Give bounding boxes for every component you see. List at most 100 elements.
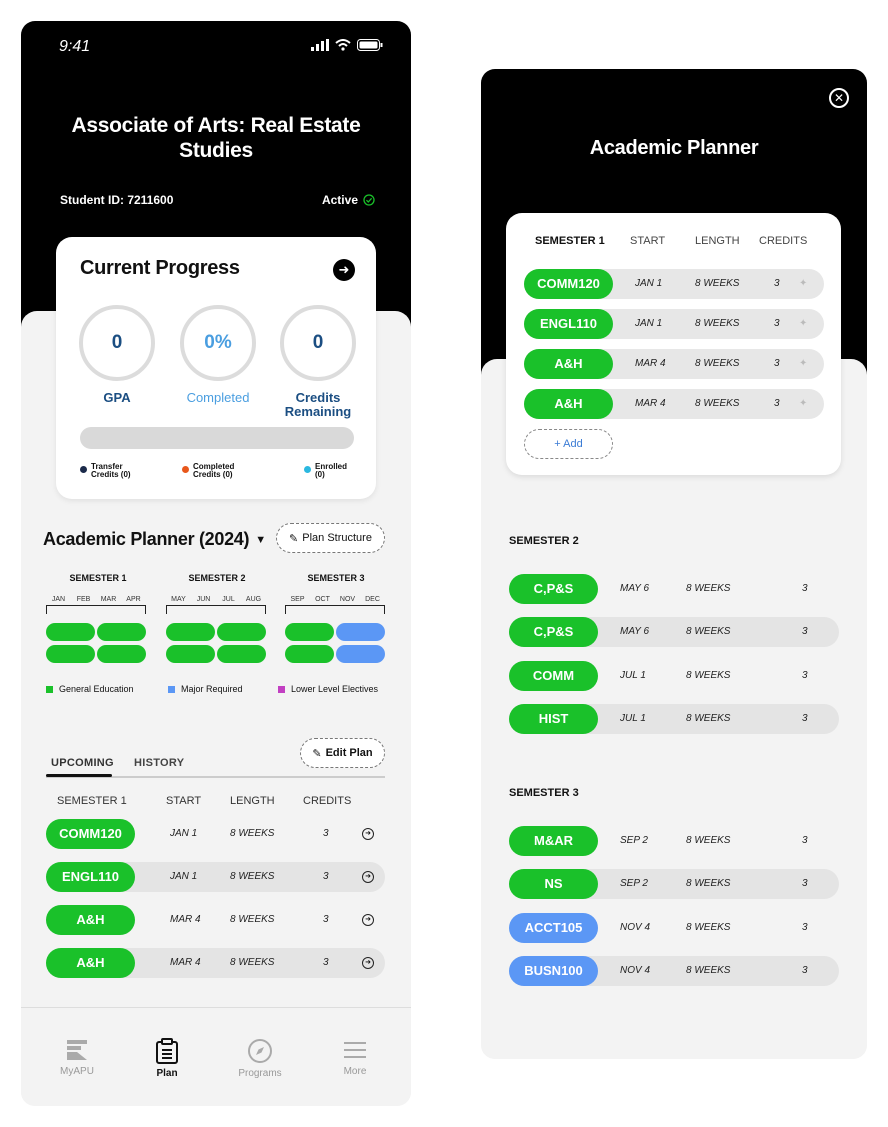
course-row[interactable]: COMM120 JAN 1 8 WEEKS 3 ✦ (524, 269, 824, 299)
course-row[interactable]: HIST JUL 1 8 WEEKS 3 (509, 704, 839, 734)
course-code: COMM120 (524, 269, 613, 299)
drag-handle-icon[interactable]: ✦ (799, 269, 807, 299)
course-credits: 3 (802, 713, 808, 724)
legend-lower-electives: Lower Level Electives (278, 684, 378, 694)
course-code: COMM120 (46, 819, 135, 849)
add-course-button[interactable]: + Add (524, 429, 613, 459)
legend-major-required: Major Required (168, 684, 243, 694)
nav-myapu[interactable]: MyAPU (37, 1038, 117, 1077)
legend-text: Credits (0) (193, 470, 233, 479)
program-screen: 9:41 Associate of Arts: Real Estate Stud… (21, 21, 411, 1106)
legend-text: (0) (315, 470, 325, 479)
course-length: 8 WEEKS (686, 835, 731, 846)
edit-plan-button[interactable]: ✎ Edit Plan (300, 738, 385, 768)
course-row[interactable]: C,P&S MAY 6 8 WEEKS 3 (509, 617, 839, 647)
course-row[interactable]: A&H MAR 4 8 WEEKS 3 ✦ (524, 389, 824, 419)
course-start: SEP 2 (620, 878, 648, 889)
course-code: COMM (509, 661, 598, 691)
timeline-block[interactable] (166, 623, 215, 641)
arrow-circle-icon[interactable]: ➜ (362, 914, 374, 926)
clipboard-icon (156, 1038, 178, 1064)
month-label: JAN (51, 596, 66, 603)
course-start: JAN 1 (635, 278, 663, 289)
timeline-block[interactable] (285, 645, 334, 663)
timeline-block[interactable] (97, 623, 146, 641)
tab-upcoming[interactable]: UPCOMING (51, 757, 114, 769)
arrow-circle-icon[interactable]: ➜ (362, 871, 374, 883)
pencil-icon: ✎ (312, 747, 322, 760)
completed-label: Completed (186, 390, 250, 405)
course-row[interactable]: M&AR SEP 2 8 WEEKS 3 (509, 826, 839, 856)
course-row[interactable]: A&H MAR 4 8 WEEKS 3 ➜ (46, 905, 385, 935)
course-row[interactable]: ENGL110 JAN 1 8 WEEKS 3 ✦ (524, 309, 824, 339)
hamburger-icon (344, 1042, 366, 1058)
course-start: MAR 4 (170, 914, 201, 925)
drag-handle-icon[interactable]: ✦ (799, 349, 807, 379)
nav-programs[interactable]: Programs (220, 1038, 300, 1079)
credits-label: Credits Remaining (268, 391, 368, 419)
timeline-block[interactable] (336, 645, 385, 663)
nav-label: MyAPU (60, 1066, 94, 1077)
legend-enrolled: Enrolled (0) (304, 463, 347, 479)
course-code: HIST (509, 704, 598, 734)
course-row[interactable]: A&H MAR 4 8 WEEKS 3 ✦ (524, 349, 824, 379)
course-start: JUL 1 (620, 713, 646, 724)
course-row[interactable]: COMM120 JAN 1 8 WEEKS 3 ➜ (46, 819, 385, 849)
planner-title-dropdown[interactable]: Academic Planner (2024) ▼ (43, 529, 266, 550)
course-row[interactable]: COMM JUL 1 8 WEEKS 3 (509, 661, 839, 691)
timeline-block[interactable] (97, 645, 146, 663)
timeline-tick (46, 605, 146, 614)
course-length: 8 WEEKS (695, 318, 740, 329)
wifi-icon (335, 39, 351, 51)
month-label: FEB (76, 596, 91, 603)
course-start: JAN 1 (170, 871, 198, 882)
semester-header: SEMESTER 2 (188, 573, 246, 583)
course-start: NOV 4 (620, 965, 651, 976)
status-time: 9:41 (59, 38, 91, 55)
course-length: 8 WEEKS (686, 626, 731, 637)
timeline-block[interactable] (217, 645, 266, 663)
timeline-block[interactable] (336, 623, 385, 641)
course-length: 8 WEEKS (230, 871, 275, 882)
close-icon[interactable]: ✕ (829, 88, 849, 108)
course-start: JUL 1 (620, 670, 646, 681)
course-length: 8 WEEKS (686, 583, 731, 594)
course-row[interactable]: A&H MAR 4 8 WEEKS 3 ➜ (46, 948, 385, 978)
edit-plan-label: Edit Plan (325, 747, 373, 759)
course-start: JAN 1 (170, 828, 198, 839)
course-row[interactable]: ENGL110 JAN 1 8 WEEKS 3 ➜ (46, 862, 385, 892)
semester-2-title: SEMESTER 2 (509, 535, 579, 547)
course-length: 8 WEEKS (686, 965, 731, 976)
month-label: JUL (222, 596, 235, 603)
arrow-circle-icon[interactable]: ➜ (362, 957, 374, 969)
month-row: MAY JUN JUL AUG (166, 596, 266, 603)
course-row[interactable]: BUSN100 NOV 4 8 WEEKS 3 (509, 956, 839, 986)
drag-handle-icon[interactable]: ✦ (799, 309, 807, 339)
plan-structure-button[interactable]: ✎ Plan Structure (276, 523, 385, 553)
course-code: NS (509, 869, 598, 899)
timeline-block[interactable] (285, 623, 334, 641)
course-row[interactable]: NS SEP 2 8 WEEKS 3 (509, 869, 839, 899)
timeline-block[interactable] (217, 623, 266, 641)
tab-history[interactable]: HISTORY (134, 757, 184, 769)
course-row[interactable]: C,P&S MAY 6 8 WEEKS 3 (509, 574, 839, 604)
arrow-circle-icon[interactable]: ➜ (362, 828, 374, 840)
course-length: 8 WEEKS (686, 713, 731, 724)
timeline-block[interactable] (166, 645, 215, 663)
caret-down-icon: ▼ (255, 533, 266, 546)
timeline-block[interactable] (46, 645, 95, 663)
month-label: APR (126, 596, 141, 603)
month-label: OCT (315, 596, 330, 603)
course-row[interactable]: ACCT105 NOV 4 8 WEEKS 3 (509, 913, 839, 943)
timeline-tick (166, 605, 266, 614)
nav-more[interactable]: More (315, 1038, 395, 1077)
nav-plan[interactable]: Plan (127, 1038, 207, 1079)
progress-card: Current Progress ➜ 0 GPA 0% Completed 0 … (56, 237, 376, 499)
drag-handle-icon[interactable]: ✦ (799, 389, 807, 419)
course-start: SEP 2 (620, 835, 648, 846)
course-length: 8 WEEKS (686, 670, 731, 681)
tab-indicator (46, 774, 112, 777)
arrow-right-icon[interactable]: ➜ (333, 259, 355, 281)
course-code: A&H (46, 905, 135, 935)
timeline-block[interactable] (46, 623, 95, 641)
